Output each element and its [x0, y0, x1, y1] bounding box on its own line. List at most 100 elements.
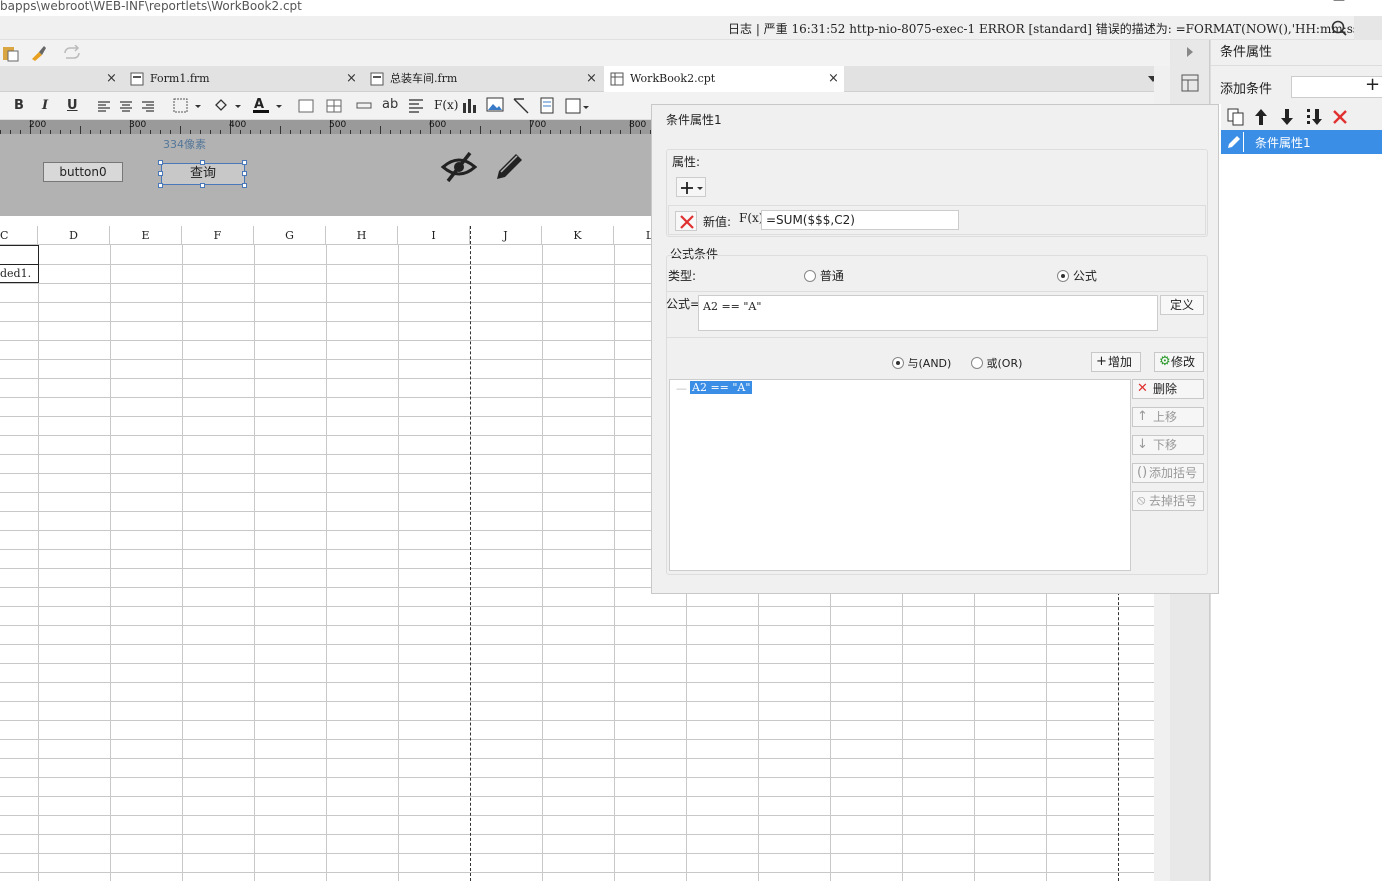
remove-property-button[interactable]: [675, 211, 697, 231]
add-condition-button[interactable]: +: [1365, 74, 1380, 95]
column-header-f[interactable]: F: [182, 226, 254, 245]
merge-cells-icon[interactable]: [298, 99, 344, 113]
svg-text:A: A: [254, 97, 264, 112]
tab-untitled[interactable]: ×: [0, 66, 124, 92]
move-up-button[interactable]: ↑ 上移: [1132, 407, 1204, 427]
add-condition-item-button[interactable]: + 增加: [1091, 352, 1141, 372]
tab-workbook2[interactable]: WorkBook2.cpt ×: [604, 66, 844, 92]
logic-or-radio[interactable]: 或(OR): [971, 355, 1022, 371]
formula-input[interactable]: A2 == "A": [698, 295, 1158, 331]
grid-row-line: [0, 663, 1154, 664]
border-icon[interactable]: [173, 98, 203, 114]
eye-hidden-icon[interactable]: [440, 150, 478, 184]
align-left-icon[interactable]: [408, 98, 424, 114]
delete-condition-button[interactable]: ✕ 删除: [1132, 379, 1204, 399]
column-header-g[interactable]: G: [254, 226, 326, 245]
formula-editor-button[interactable]: F(x): [739, 211, 763, 225]
slash-icon[interactable]: [512, 97, 530, 115]
close-icon[interactable]: ×: [106, 66, 117, 92]
type-normal-radio[interactable]: 普通: [804, 267, 844, 284]
resize-handle[interactable]: [242, 160, 247, 165]
copy-icon[interactable]: [1227, 108, 1245, 126]
column-header-d[interactable]: D: [38, 226, 110, 245]
pencil-icon[interactable]: [492, 150, 526, 184]
radio-icon: [971, 357, 983, 369]
resize-handle[interactable]: [200, 183, 205, 188]
radio-icon: [804, 270, 816, 282]
move-bottom-icon[interactable]: [1305, 108, 1323, 126]
cell-c1[interactable]: [0, 245, 39, 265]
search-icon[interactable]: [1331, 20, 1347, 36]
form-file-icon: [370, 72, 384, 86]
condition-properties-panel: 条件属性 添加条件 + 条件属性1: [1210, 40, 1382, 881]
arrow-up-icon[interactable]: [1254, 108, 1268, 126]
tab-form1[interactable]: Form1.frm ×: [126, 66, 364, 92]
arrow-down-icon[interactable]: [1280, 108, 1294, 126]
radio-icon: [1057, 270, 1069, 282]
image-icon[interactable]: [486, 97, 504, 113]
move-down-button[interactable]: ↓ 下移: [1132, 435, 1204, 455]
button0-widget[interactable]: button0: [43, 162, 123, 182]
tab-zongzhuang[interactable]: 总装车间.frm ×: [366, 66, 604, 92]
condition-tree[interactable]: — A2 == "A": [669, 379, 1131, 571]
remove-parentheses-button[interactable]: ⦸ 去掉括号: [1132, 491, 1204, 511]
align-icons[interactable]: [97, 100, 159, 114]
button-label: 增加: [1108, 355, 1133, 369]
type-formula-radio[interactable]: 公式: [1057, 267, 1097, 284]
plus-icon: [681, 182, 703, 194]
sub-report-icon[interactable]: [540, 97, 554, 115]
column-header-k[interactable]: K: [542, 226, 614, 245]
resize-handle[interactable]: [242, 171, 247, 176]
condition-tree-item[interactable]: A2 == "A": [690, 381, 753, 394]
grid-row-line: [0, 758, 1154, 759]
define-button[interactable]: 定义: [1160, 295, 1204, 315]
add-parentheses-button[interactable]: () 添加括号: [1132, 463, 1204, 483]
text-field-icon[interactable]: [356, 100, 372, 112]
column-header-c[interactable]: C: [0, 226, 38, 245]
close-icon[interactable]: ×: [346, 66, 357, 92]
modify-button[interactable]: ⚙ 修改: [1154, 352, 1204, 372]
text-ab-button[interactable]: ab: [382, 97, 398, 112]
grid-row-line: [0, 625, 1154, 626]
workbook-icon: [610, 72, 624, 86]
fill-color-icon[interactable]: [213, 97, 243, 114]
new-value-input[interactable]: =SUM($$$,C2): [761, 210, 959, 230]
delete-icon[interactable]: [1332, 109, 1348, 125]
ruler-label: 300: [129, 120, 147, 130]
format-brush-icon[interactable]: [29, 44, 47, 62]
column-header-e[interactable]: E: [110, 226, 182, 245]
close-icon[interactable]: ×: [586, 66, 597, 92]
italic-button[interactable]: I: [42, 98, 48, 114]
resize-handle[interactable]: [158, 160, 163, 165]
formula-button[interactable]: F(x): [434, 98, 458, 112]
close-icon[interactable]: ×: [828, 66, 839, 92]
cell-c2[interactable]: ded1.: [0, 264, 39, 283]
redo-icon[interactable]: [62, 45, 82, 61]
new-value-row: 新值: F(x) =SUM($$$,C2): [668, 205, 1206, 235]
resize-handle[interactable]: [158, 171, 163, 176]
column-header-j[interactable]: J: [470, 226, 542, 245]
query-button-widget[interactable]: 查询: [161, 163, 245, 185]
column-header-h[interactable]: H: [326, 226, 398, 245]
logic-and-radio[interactable]: 与(AND): [892, 355, 951, 371]
paste-icon[interactable]: [2, 44, 20, 62]
resize-handle[interactable]: [242, 183, 247, 188]
float-element-icon[interactable]: [565, 97, 591, 115]
tree-connector: —: [676, 382, 687, 395]
resize-handle[interactable]: [200, 160, 205, 165]
ruler-label: 500: [329, 120, 347, 130]
bold-button[interactable]: B: [14, 98, 24, 114]
type-label: 类型:: [668, 269, 697, 283]
resize-handle[interactable]: [158, 183, 163, 188]
radio-label: 与(AND): [907, 357, 952, 370]
add-property-dropdown[interactable]: [676, 177, 706, 197]
tab-label: WorkBook2.cpt: [630, 72, 716, 85]
underline-button[interactable]: U: [67, 98, 78, 114]
column-header-i[interactable]: I: [398, 226, 470, 245]
collapse-arrow-icon[interactable]: [1185, 46, 1195, 58]
condition-panel-icon[interactable]: [1181, 74, 1199, 92]
condition-list-item[interactable]: 条件属性1: [1221, 130, 1382, 154]
minimize-button[interactable]: —: [1333, 0, 1345, 6]
chart-icon[interactable]: [461, 97, 477, 115]
font-color-icon[interactable]: A: [252, 96, 284, 116]
